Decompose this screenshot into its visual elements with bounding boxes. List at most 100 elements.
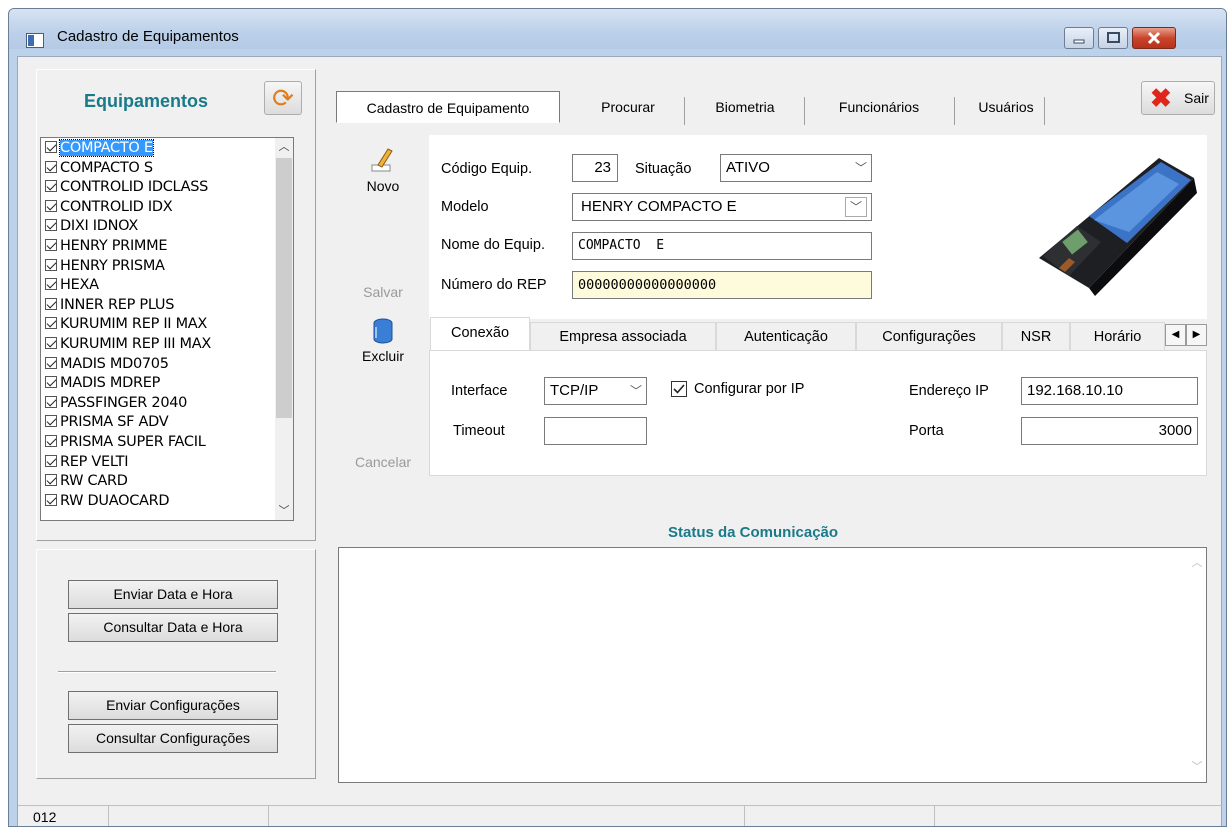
save-button[interactable]: Salvar [353, 284, 413, 300]
checkbox-icon[interactable] [45, 493, 57, 506]
list-item[interactable]: KURUMIM REP II MAX [45, 316, 207, 332]
check-icon [673, 384, 685, 394]
tab-funcionarios[interactable]: Funcionários [814, 91, 944, 123]
checkbox-icon[interactable] [45, 278, 57, 291]
list-item[interactable]: CONTROLID IDCLASS [45, 179, 208, 195]
checkbox-icon[interactable] [45, 219, 57, 232]
list-item[interactable]: CONTROLID IDX [45, 199, 173, 215]
cancel-button[interactable]: Cancelar [353, 454, 413, 470]
situacao-label: Situação [635, 161, 692, 177]
tab-horario[interactable]: Horário [1070, 322, 1165, 350]
checkbox-icon[interactable] [45, 317, 57, 330]
tab-conexao[interactable]: Conexão [430, 317, 530, 351]
delete-button[interactable]: Excluir [353, 317, 413, 364]
ip-field[interactable]: 192.168.10.10 [1021, 377, 1198, 405]
refresh-button[interactable]: ⟳ [264, 81, 302, 115]
chevron-down-icon: ﹀ [854, 161, 867, 175]
list-item[interactable]: DIXI IDNOX [45, 218, 138, 234]
modelo-value: HENRY COMPACTO E [581, 198, 737, 215]
new-button[interactable]: Novo [353, 145, 413, 194]
checkbox-icon[interactable] [45, 297, 57, 310]
scroll-thumb[interactable] [276, 158, 292, 418]
checkbox-icon[interactable] [45, 239, 57, 251]
database-delete-icon [373, 318, 393, 344]
equipment-list[interactable]: COMPACTO E COMPACTO S CONTROLID IDCLASS CON… [40, 137, 294, 521]
new-label: Novo [366, 178, 400, 194]
interface-select[interactable]: TCP/IP ﹀ [544, 377, 647, 405]
scroll-down-icon[interactable]: ﹀ [275, 502, 293, 520]
checkbox-icon[interactable] [45, 160, 57, 173]
tab-cadastro-equipamento[interactable]: Cadastro de Equipamento [336, 91, 560, 123]
list-scrollbar[interactable]: ︿ ﹀ [275, 138, 293, 520]
tab-configuracoes[interactable]: Configurações [856, 322, 1002, 350]
list-item[interactable]: COMPACTO E [45, 139, 154, 157]
checkbox-icon[interactable] [45, 141, 57, 153]
list-item-label: HENRY PRISMA [60, 257, 165, 274]
query-config-button[interactable]: Consultar Configurações [68, 724, 278, 753]
modelo-label: Modelo [441, 199, 489, 215]
tab-usuarios[interactable]: Usuários [964, 91, 1048, 123]
tab-biometria[interactable]: Biometria [690, 91, 800, 123]
minimize-button[interactable] [1064, 27, 1094, 49]
close-button[interactable] [1132, 27, 1176, 49]
list-item[interactable]: MADIS MDREP [45, 375, 160, 391]
situacao-select[interactable]: ATIVO ﹀ [720, 154, 872, 182]
list-item[interactable]: RW DUAOCARD [45, 493, 170, 509]
checkbox-icon[interactable] [45, 454, 57, 467]
checkbox-icon[interactable] [45, 376, 57, 389]
status-log[interactable]: ︿ ﹀ [338, 547, 1207, 783]
list-item[interactable]: PRISMA SUPER FACIL [45, 434, 206, 450]
list-item-label: KURUMIM REP II MAX [60, 316, 208, 333]
list-item[interactable]: RW CARD [45, 473, 128, 489]
scroll-up-icon[interactable]: ︿ [275, 138, 293, 156]
checkbox-icon[interactable] [45, 180, 57, 193]
scroll-down-icon[interactable]: ﹀ [1188, 758, 1206, 776]
tab-scroll-right-icon[interactable]: ▶ [1186, 324, 1207, 346]
list-item[interactable]: HENRY PRISMA [45, 258, 165, 274]
checkbox-icon[interactable] [45, 474, 57, 487]
rep-field[interactable]: 00000000000000000 [572, 271, 872, 299]
codigo-field[interactable]: 23 [572, 154, 618, 182]
tab-autenticacao[interactable]: Autenticação [716, 322, 856, 350]
porta-field[interactable]: 3000 [1021, 417, 1198, 445]
tab-nsr[interactable]: NSR [1002, 322, 1070, 350]
checkbox-icon[interactable] [45, 435, 57, 447]
timeout-label: Timeout [453, 423, 505, 439]
pencil-icon [371, 148, 393, 172]
checkbox-icon[interactable] [45, 415, 57, 428]
checkbox-icon[interactable] [45, 337, 57, 349]
checkbox-icon[interactable] [45, 356, 57, 369]
list-item[interactable]: HENRY PRIMME [45, 238, 168, 254]
timeout-field[interactable] [544, 417, 647, 445]
checkbox-icon[interactable] [45, 395, 57, 408]
status-scrollbar[interactable]: ︿ ﹀ [1188, 548, 1206, 782]
list-item[interactable]: KURUMIM REP III MAX [45, 336, 211, 352]
tab-empresa-associada[interactable]: Empresa associada [530, 322, 716, 350]
list-item[interactable]: MADIS MD0705 [45, 356, 169, 372]
list-item[interactable]: INNER REP PLUS [45, 297, 174, 313]
send-config-button[interactable]: Enviar Configurações [68, 691, 278, 720]
exit-button[interactable]: ✖ Sair [1141, 81, 1215, 115]
list-item[interactable]: COMPACTO S [45, 160, 153, 176]
checkbox-icon[interactable] [45, 199, 57, 212]
modelo-select[interactable]: HENRY COMPACTO E ﹀ [572, 193, 872, 221]
minimize-icon [1073, 39, 1085, 44]
situacao-value: ATIVO [726, 159, 770, 176]
list-item[interactable]: HEXA [45, 277, 99, 293]
query-date-button[interactable]: Consultar Data e Hora [68, 613, 278, 642]
scroll-up-icon[interactable]: ︿ [1188, 554, 1206, 572]
exit-icon: ✖ [1150, 83, 1172, 113]
send-date-button[interactable]: Enviar Data e Hora [68, 580, 278, 609]
main-window: Cadastro de Equipamentos Equipamentos ⟳ … [8, 8, 1227, 827]
rep-device-image [1039, 158, 1197, 296]
status-bar: 012 [18, 805, 1223, 826]
configurar-ip-checkbox[interactable] [671, 381, 687, 397]
list-item[interactable]: PASSFINGER 2040 [45, 395, 187, 411]
tab-procurar[interactable]: Procurar [578, 91, 678, 123]
list-item[interactable]: PRISMA SF ADV [45, 414, 169, 430]
list-item[interactable]: REP VELTI [45, 454, 128, 470]
tab-scroll-left-icon[interactable]: ◀ [1165, 324, 1186, 346]
maximize-button[interactable] [1098, 27, 1128, 49]
nome-field[interactable]: COMPACTO E [572, 232, 872, 260]
checkbox-icon[interactable] [45, 258, 57, 271]
